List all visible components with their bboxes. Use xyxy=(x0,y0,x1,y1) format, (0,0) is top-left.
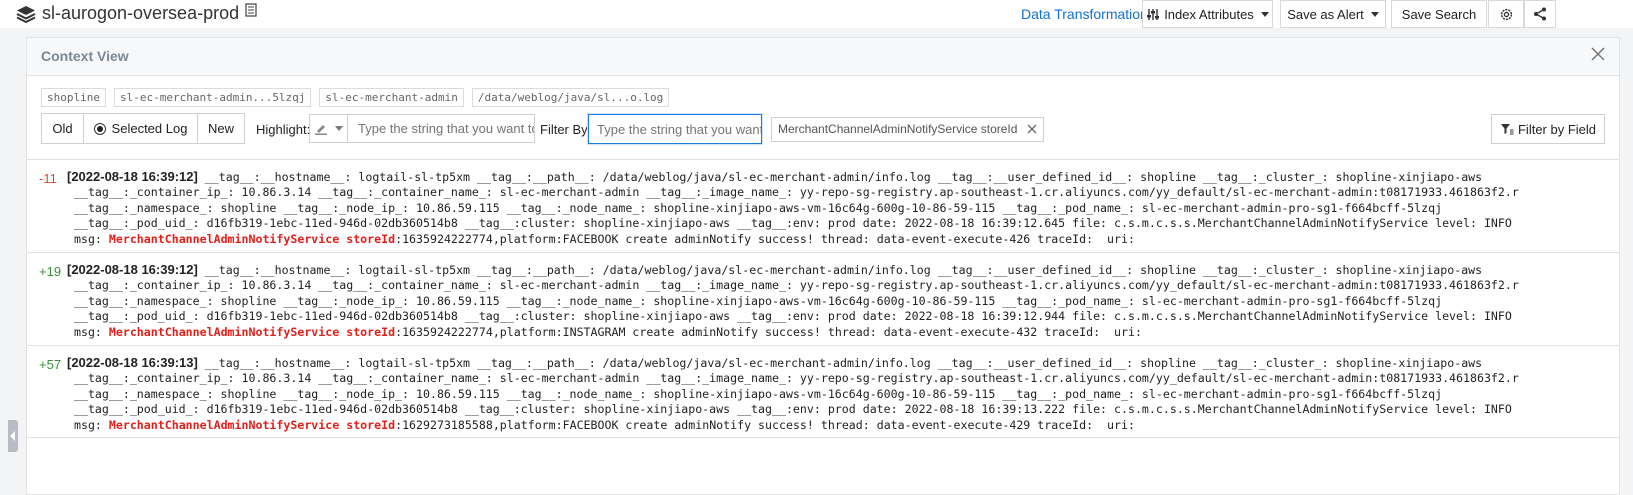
log-line: __tag__:__hostname__: logtail-sl-tp5xm _… xyxy=(197,170,1483,184)
log-line: __tag__:_container_ip_: 10.86.3.14 __tag… xyxy=(67,278,1519,293)
log-line: msg: xyxy=(67,324,109,339)
log-line: :1635924222774,platform:FACEBOOK create … xyxy=(395,231,1135,246)
filter-tag: MerchantChannelAdminNotifyService storeI… xyxy=(771,117,1045,142)
context-tag: shopline xyxy=(41,88,106,107)
new-label: New xyxy=(207,121,234,136)
project-title: sl-aurogon-oversea-prod xyxy=(42,3,240,23)
log-entry[interactable]: +19 [2022-08-18 16:39:12] __tag__:__host… xyxy=(27,252,1619,345)
highlighter-icon xyxy=(315,125,327,135)
highlight-control xyxy=(309,114,535,143)
sidebar-collapse-handle[interactable] xyxy=(8,420,18,452)
chevron-down-icon xyxy=(1260,11,1269,17)
highlighted-term: storeId xyxy=(346,231,396,246)
log-line: msg: xyxy=(67,417,109,432)
filter-input[interactable] xyxy=(588,114,762,144)
share-icon xyxy=(1534,7,1546,21)
new-button[interactable]: New xyxy=(198,114,244,143)
log-entry[interactable]: -11 [2022-08-18 16:39:12] __tag__:__host… xyxy=(27,159,1619,252)
gear-icon xyxy=(1500,8,1512,20)
remove-filter-icon[interactable] xyxy=(1026,123,1038,135)
log-line: __tag__:_pod_uid_: d16fb319-1ebc-11ed-94… xyxy=(67,402,1512,417)
share-button[interactable] xyxy=(1524,0,1556,28)
log-content: [2022-08-18 16:39:12] __tag__:__hostname… xyxy=(67,169,1519,247)
old-label: Old xyxy=(52,121,73,136)
panel-header: Context View xyxy=(27,38,1619,76)
log-entry[interactable]: +57 [2022-08-18 16:39:13] __tag__:__host… xyxy=(27,345,1619,438)
log-content: [2022-08-18 16:39:12] __tag__:__hostname… xyxy=(67,262,1519,340)
log-timestamp: [2022-08-18 16:39:12] xyxy=(67,262,198,277)
selected-log-button[interactable]: Selected Log xyxy=(84,114,198,143)
log-line: __tag__:_namespace_: shopline __tag__:_n… xyxy=(67,200,1443,215)
log-line: msg: xyxy=(67,231,109,246)
close-icon[interactable] xyxy=(1589,45,1607,63)
context-view-panel: Context View shopline sl-ec-merchant-adm… xyxy=(26,37,1620,495)
log-line: __tag__:__hostname__: logtail-sl-tp5xm _… xyxy=(197,263,1483,277)
log-offset: +19 xyxy=(39,264,62,279)
filter-by-field-label: Filter by Field xyxy=(1517,121,1597,137)
log-offset: -11 xyxy=(39,171,57,186)
log-line: __tag__:_pod_uid_: d16fb319-1ebc-11ed-94… xyxy=(67,309,1512,324)
highlight-color-picker[interactable] xyxy=(310,115,348,142)
filter-tag-label: MerchantChannelAdminNotifyService storeI… xyxy=(778,122,1018,136)
filter-by-field-button[interactable]: Filter by Field xyxy=(1491,114,1605,144)
log-navigation-segment: Old Selected Log New xyxy=(41,113,245,144)
log-line: __tag__:_container_ip_: 10.86.3.14 __tag… xyxy=(67,185,1519,200)
log-line: __tag__:_namespace_: shopline __tag__:_n… xyxy=(67,293,1443,308)
index-attributes-label: Index Attributes xyxy=(1164,6,1254,22)
context-tag: sl-ec-merchant-admin xyxy=(319,88,464,107)
filter-icon xyxy=(1500,124,1514,135)
highlighted-term: storeId xyxy=(346,417,396,432)
chevron-down-icon xyxy=(1370,11,1379,17)
log-line: :1635924222774,platform:INSTAGRAM create… xyxy=(395,324,1142,339)
data-transformation-label: Data Transformation xyxy=(1021,6,1148,22)
save-as-alert-label: Save as Alert xyxy=(1287,6,1364,22)
log-timestamp: [2022-08-18 16:39:13] xyxy=(67,355,198,370)
settings-button[interactable] xyxy=(1488,0,1524,28)
log-line: __tag__:__hostname__: logtail-sl-tp5xm _… xyxy=(197,356,1483,370)
highlight-label: Highlight: xyxy=(256,122,311,137)
highlighted-term: MerchantChannelAdminNotifyService xyxy=(108,231,340,246)
save-as-alert-button[interactable]: Save as Alert xyxy=(1280,0,1386,28)
context-tags: shopline sl-ec-merchant-admin...5lzqj sl… xyxy=(41,88,670,107)
radio-selected-icon xyxy=(93,122,106,135)
log-line: __tag__:_namespace_: shopline __tag__:_n… xyxy=(67,386,1443,401)
sliders-icon xyxy=(1147,8,1160,20)
layers-icon xyxy=(16,5,36,23)
highlight-input[interactable] xyxy=(348,115,534,142)
log-line: __tag__:_container_ip_: 10.86.3.14 __tag… xyxy=(67,371,1519,386)
highlighted-term: storeId xyxy=(346,324,396,339)
context-tag: /data/weblog/java/sl...o.log xyxy=(471,88,670,107)
log-content: [2022-08-18 16:39:13] __tag__:__hostname… xyxy=(67,355,1519,433)
old-button[interactable]: Old xyxy=(42,114,84,143)
top-bar: sl-aurogon-oversea-prod Data Transformat… xyxy=(0,0,1633,28)
highlighted-term: MerchantChannelAdminNotifyService xyxy=(108,417,340,432)
log-timestamp: [2022-08-18 16:39:12] xyxy=(67,169,198,184)
filter-by-label: Filter By: xyxy=(540,122,592,137)
selected-log-label: Selected Log xyxy=(111,121,188,136)
log-list: -11 [2022-08-18 16:39:12] __tag__:__host… xyxy=(27,159,1619,438)
project-header: sl-aurogon-oversea-prod xyxy=(16,2,257,24)
log-line: :1629273185588,platform:FACEBOOK create … xyxy=(395,417,1135,432)
save-search-label: Save Search xyxy=(1401,6,1477,22)
log-offset: +57 xyxy=(39,357,62,372)
context-tag: sl-ec-merchant-admin...5lzqj xyxy=(113,88,312,107)
panel-title: Context View xyxy=(41,48,129,64)
copy-icon[interactable] xyxy=(245,2,257,17)
highlighted-term: MerchantChannelAdminNotifyService xyxy=(108,324,340,339)
chevron-down-icon xyxy=(335,126,343,131)
index-attributes-button[interactable]: Index Attributes xyxy=(1142,0,1273,28)
save-search-button[interactable]: Save Search xyxy=(1391,0,1487,28)
log-line: __tag__:_pod_uid_: d16fb319-1ebc-11ed-94… xyxy=(67,216,1512,231)
